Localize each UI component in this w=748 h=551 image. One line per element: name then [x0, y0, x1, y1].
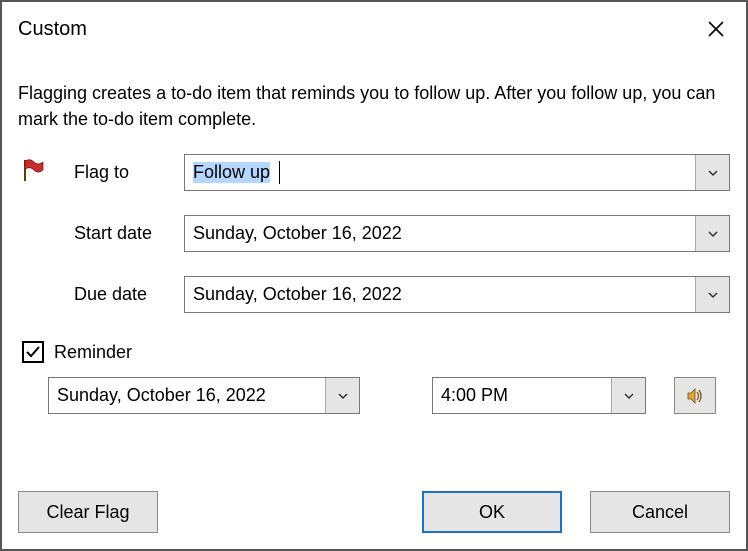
cancel-button[interactable]: Cancel: [590, 491, 730, 533]
reminder-time-value[interactable]: 4:00 PM: [433, 378, 611, 413]
close-icon: [707, 20, 725, 38]
reminder-time-combo[interactable]: 4:00 PM: [432, 377, 646, 414]
reminder-label: Reminder: [54, 342, 132, 363]
dialog-body: Flagging creates a to-do item that remin…: [2, 50, 746, 414]
due-date-combo[interactable]: Sunday, October 16, 2022: [184, 276, 730, 313]
chevron-down-icon: [337, 390, 349, 402]
chevron-down-icon: [707, 228, 719, 240]
flag-to-dropdown-button[interactable]: [695, 155, 729, 190]
due-date-dropdown-button[interactable]: [695, 277, 729, 312]
start-date-row: Start date Sunday, October 16, 2022: [18, 215, 730, 252]
button-row: Clear Flag OK Cancel: [18, 491, 730, 533]
reminder-checkbox[interactable]: [22, 341, 44, 363]
flag-to-label: Flag to: [74, 162, 184, 183]
flag-to-row: Flag to Follow up: [18, 154, 730, 191]
due-date-value[interactable]: Sunday, October 16, 2022: [185, 277, 695, 312]
close-button[interactable]: [696, 11, 736, 47]
clear-flag-button[interactable]: Clear Flag: [18, 491, 158, 533]
due-date-row: Due date Sunday, October 16, 2022: [18, 276, 730, 313]
description-text: Flagging creates a to-do item that remin…: [18, 80, 730, 132]
start-date-label: Start date: [74, 223, 184, 244]
start-date-combo[interactable]: Sunday, October 16, 2022: [184, 215, 730, 252]
reminder-date-value[interactable]: Sunday, October 16, 2022: [49, 378, 325, 413]
reminder-date-dropdown-button[interactable]: [325, 378, 359, 413]
due-date-label: Due date: [74, 284, 184, 305]
chevron-down-icon: [623, 390, 635, 402]
start-date-value[interactable]: Sunday, October 16, 2022: [185, 216, 695, 251]
reminder-controls: Sunday, October 16, 2022 4:00 PM: [18, 377, 730, 414]
reminder-row: Reminder: [18, 341, 730, 363]
ok-button[interactable]: OK: [422, 491, 562, 533]
flag-to-combo[interactable]: Follow up: [184, 154, 730, 191]
custom-flag-dialog: Custom Flagging creates a to-do item tha…: [0, 0, 748, 551]
dialog-title: Custom: [18, 18, 87, 41]
flag-icon: [20, 157, 46, 188]
reminder-sound-button[interactable]: [674, 377, 716, 414]
check-icon: [25, 344, 41, 360]
reminder-date-combo[interactable]: Sunday, October 16, 2022: [48, 377, 360, 414]
start-date-dropdown-button[interactable]: [695, 216, 729, 251]
speaker-icon: [685, 386, 705, 406]
chevron-down-icon: [707, 289, 719, 301]
titlebar: Custom: [2, 2, 746, 50]
reminder-time-dropdown-button[interactable]: [611, 378, 645, 413]
flag-to-value[interactable]: Follow up: [185, 155, 695, 190]
chevron-down-icon: [707, 167, 719, 179]
